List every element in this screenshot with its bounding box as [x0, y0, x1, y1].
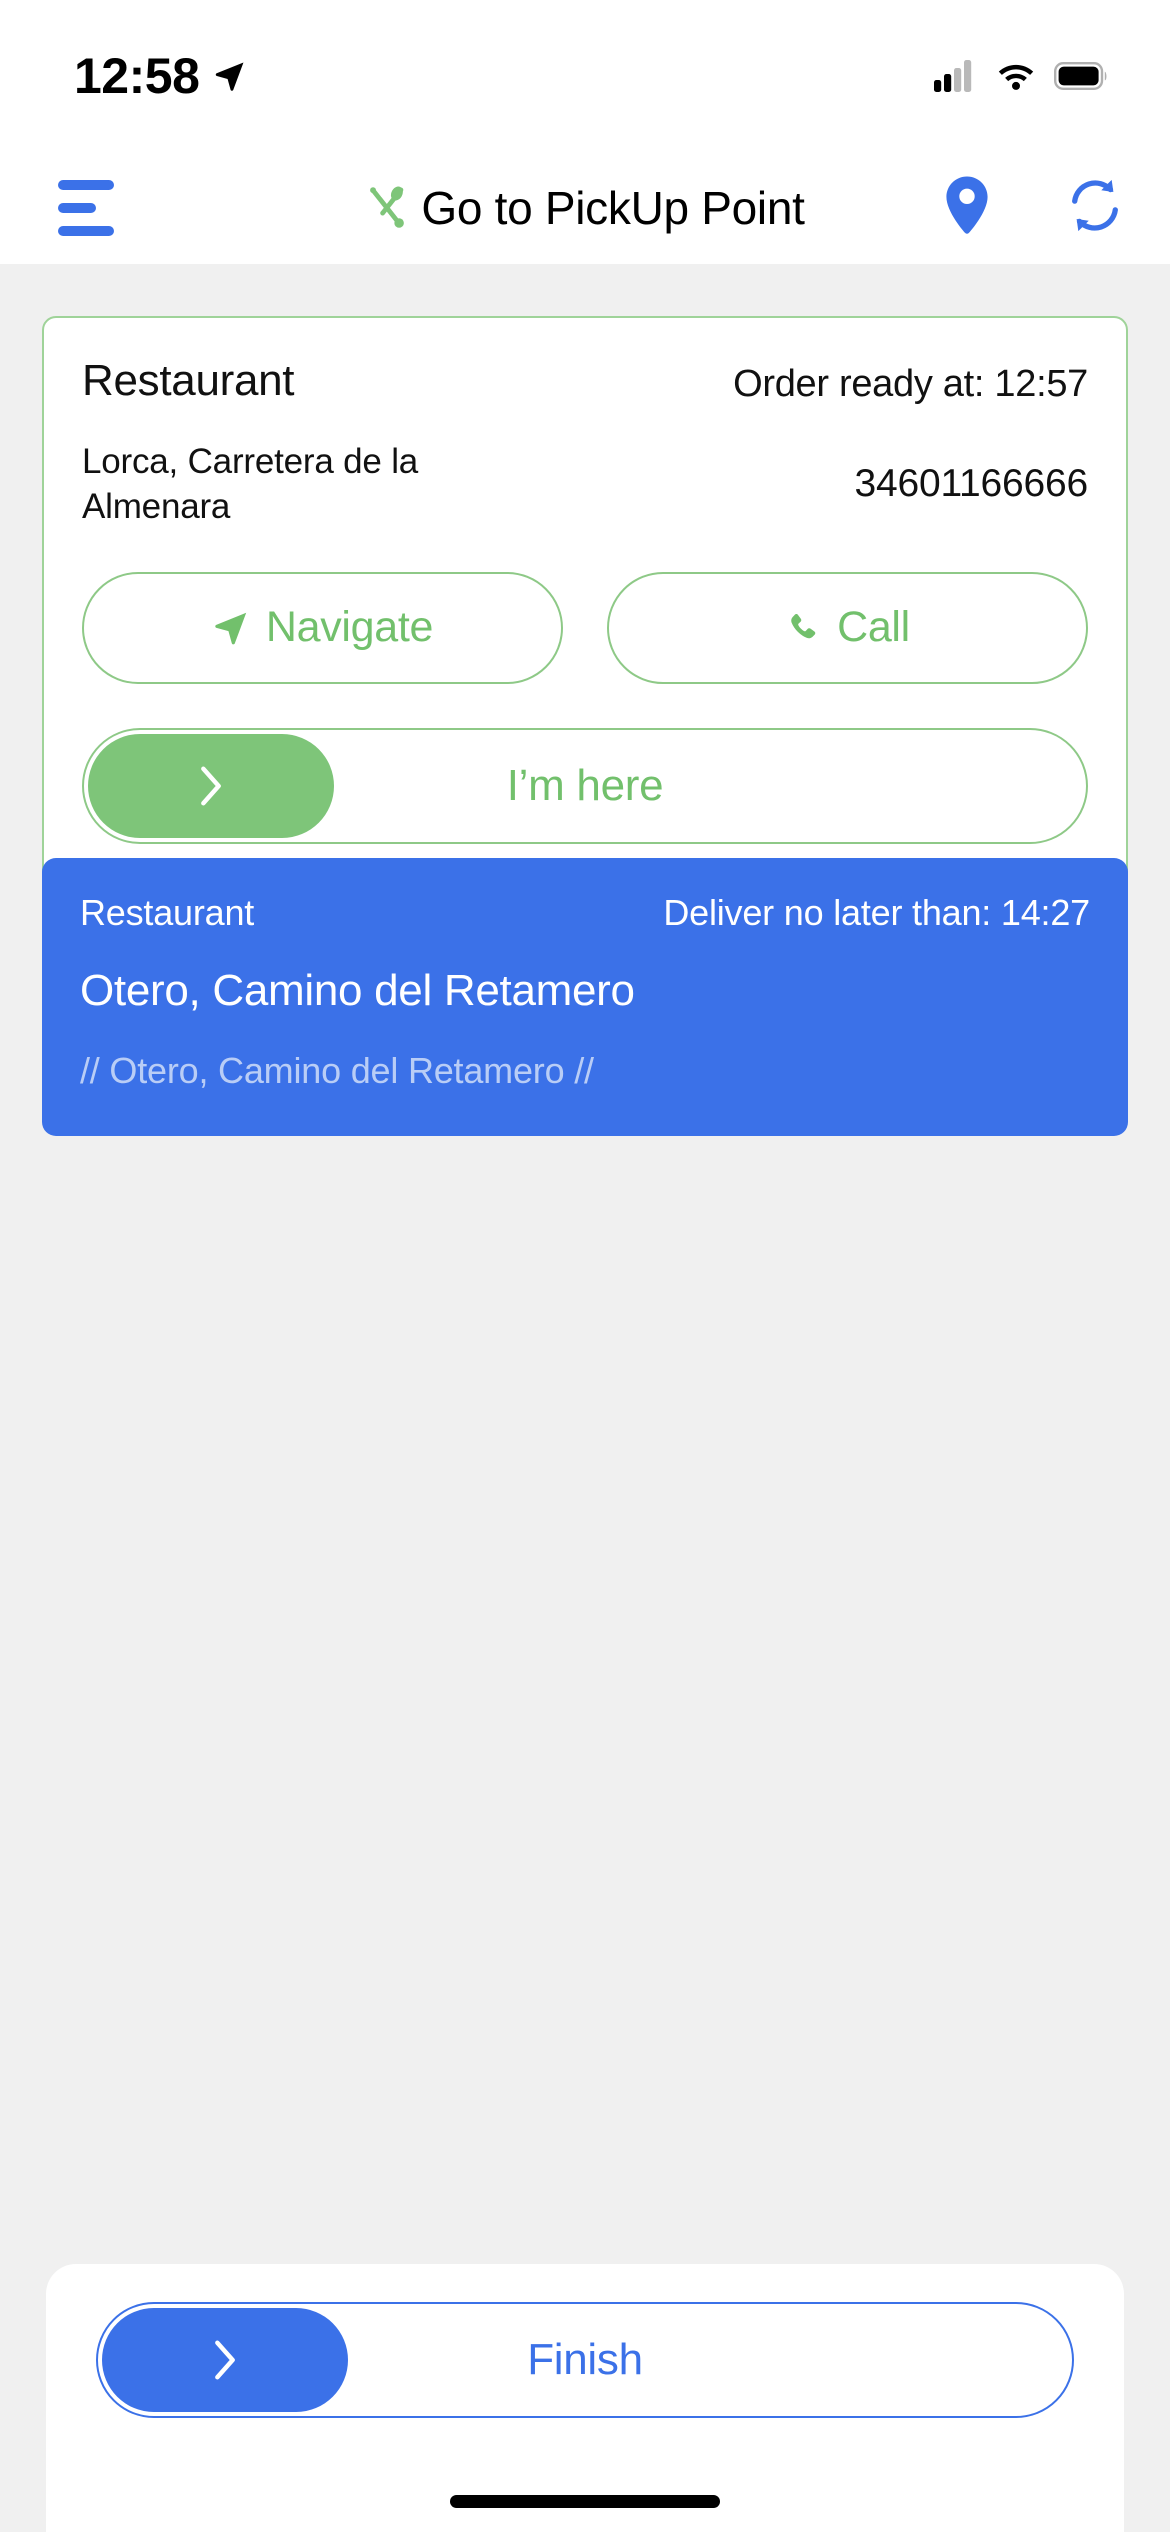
pickup-point-card: Restaurant Order ready at: 12:57 Lorca, … [42, 316, 1128, 888]
bottom-sheet-inner: Finish [46, 2264, 1124, 2418]
navigate-button-label: Navigate [265, 603, 434, 652]
navigation-title-group: Go to PickUp Point [0, 181, 1170, 235]
map-pin-button[interactable] [942, 175, 992, 242]
pickup-type-label: Restaurant [82, 356, 295, 405]
delivery-address-note: // Otero, Camino del Retamero // [80, 1050, 594, 1091]
finish-slider-knob[interactable] [102, 2308, 348, 2412]
navigate-arrow-icon [215, 612, 247, 644]
cellular-signal-icon [934, 60, 972, 92]
call-button-label: Call [837, 603, 910, 652]
im-here-slider-label: I’m here [506, 760, 664, 810]
chevron-right-icon [215, 2340, 235, 2380]
pickup-header-row: Restaurant Order ready at: 12:57 [82, 356, 1088, 406]
status-bar: 12:58 [0, 0, 1170, 152]
location-arrow-icon [216, 62, 244, 91]
call-button[interactable]: Call [607, 571, 1088, 684]
status-bar-right [934, 60, 1108, 92]
hamburger-bar-bottom [58, 226, 114, 236]
app-screen: 12:58 Go to PickUp Point Restaurant Orde… [0, 0, 1170, 2532]
fork-spoon-icon [370, 186, 405, 228]
im-here-slider-knob[interactable] [88, 733, 334, 838]
home-indicator[interactable] [450, 2495, 720, 2508]
pickup-actions-row: Navigate Call [82, 571, 1088, 684]
wifi-icon [998, 64, 1034, 90]
phone-handset-icon [791, 613, 816, 638]
navigate-button[interactable]: Navigate [82, 571, 563, 684]
status-bar-left: 12:58 [74, 47, 247, 105]
finish-slider-label: Finish [527, 2335, 643, 2384]
im-here-slider[interactable]: I’m here [82, 727, 1088, 844]
chevron-right-icon [201, 766, 221, 806]
pickup-phone-number[interactable]: 34601166666 [855, 440, 1089, 506]
status-bar-clock: 12:58 [74, 48, 200, 104]
delivery-point-card[interactable]: Restaurant Deliver no later than: 14:27 … [42, 858, 1128, 1136]
sync-refresh-icon [1072, 179, 1118, 232]
hamburger-menu-button[interactable] [58, 180, 132, 236]
hamburger-bar-middle [58, 203, 96, 213]
bottom-action-sheet: Finish [46, 2264, 1124, 2532]
pickup-address-row: Lorca, Carretera de la Almenara 34601166… [82, 440, 1088, 530]
delivery-header-row: Restaurant Deliver no later than: 14:27 [80, 892, 1090, 934]
refresh-button[interactable] [1066, 177, 1124, 240]
finish-slider[interactable]: Finish [96, 2302, 1074, 2418]
deliver-by-time: Deliver no later than: 14:27 [663, 892, 1090, 933]
pickup-address: Lorca, Carretera de la Almenara [82, 442, 419, 526]
order-ready-time: Order ready at: 12:57 [733, 363, 1088, 405]
battery-icon [1054, 62, 1107, 90]
page-title: Go to PickUp Point [421, 182, 805, 234]
page-content: Restaurant Order ready at: 12:57 Lorca, … [0, 264, 1170, 2532]
map-pin-icon [946, 176, 988, 234]
hamburger-bar-top [58, 180, 114, 190]
delivery-address: Otero, Camino del Retamero [80, 966, 635, 1015]
navigation-bar: Go to PickUp Point [0, 152, 1170, 264]
delivery-type-label: Restaurant [80, 892, 255, 933]
